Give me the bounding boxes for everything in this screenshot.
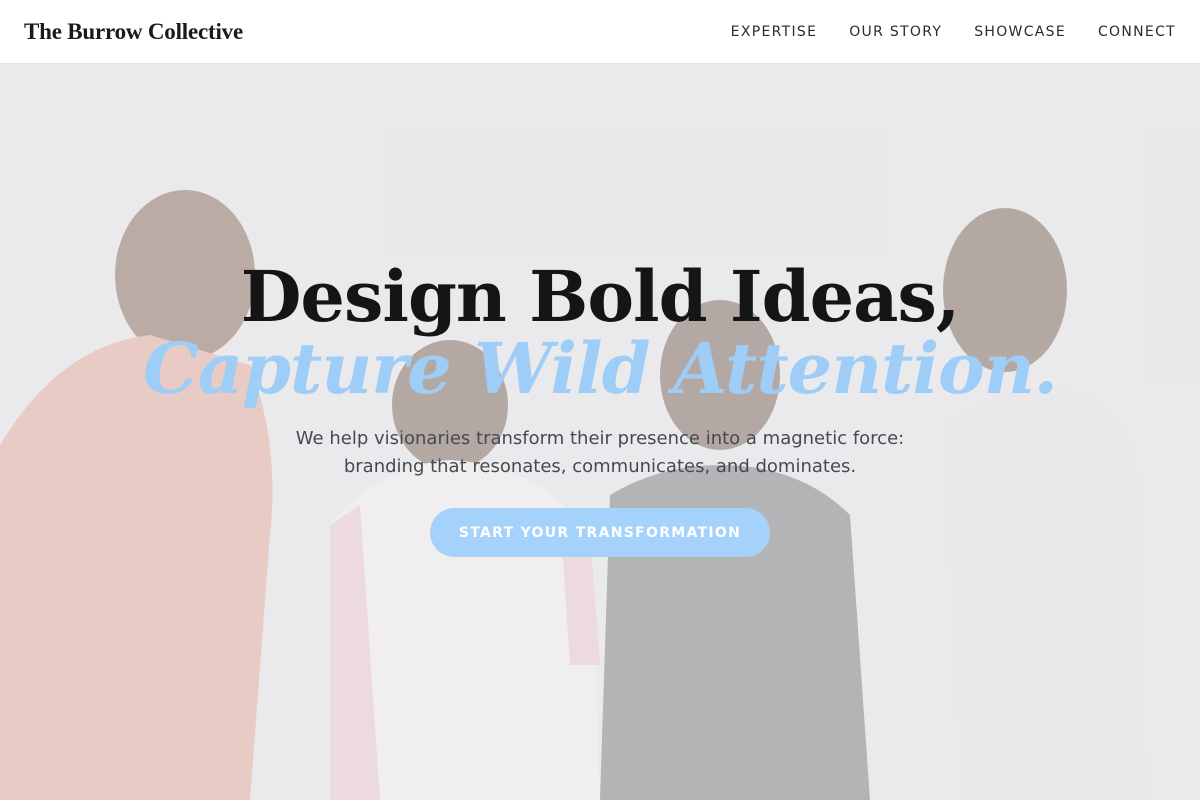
hero-description-line-1: We help visionaries transform their pres…	[295, 428, 905, 449]
hero-description-line-2: branding that resonates, communicates, a…	[343, 456, 857, 477]
nav-link-showcase[interactable]: SHOWCASE	[974, 24, 1066, 40]
nav-link-expertise[interactable]: EXPERTISE	[731, 24, 818, 40]
nav-link-connect[interactable]: CONNECT	[1098, 24, 1176, 40]
hero-headline: Design Bold Ideas,	[240, 255, 961, 338]
brand-logo[interactable]: The Burrow Collective	[24, 19, 243, 45]
main-nav: EXPERTISE OUR STORY SHOWCASE CONNECT	[731, 24, 1176, 40]
site-header: The Burrow Collective EXPERTISE OUR STOR…	[0, 0, 1200, 64]
start-transformation-button[interactable]: START YOUR TRANSFORMATION	[430, 508, 770, 557]
hero-subheadline: Capture Wild Attention.	[143, 327, 1058, 410]
hero-section: Design Bold Ideas, Capture Wild Attentio…	[0, 65, 1200, 800]
hero-description: We help visionaries transform their pres…	[250, 425, 950, 481]
hero-content: Design Bold Ideas, Capture Wild Attentio…	[0, 65, 1200, 800]
nav-link-our-story[interactable]: OUR STORY	[849, 24, 942, 40]
